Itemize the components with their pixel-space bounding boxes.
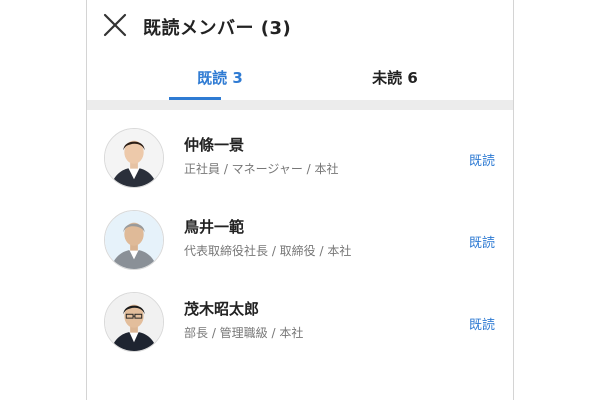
- list-item[interactable]: 鳥井一範 代表取締役社長 / 取締役 / 本社 既読: [87, 200, 513, 282]
- read-status-label: 既読: [468, 236, 495, 251]
- member-role: 正社員 / マネージャー / 本社: [184, 162, 339, 176]
- header: 既読メンバー (3): [87, 0, 513, 50]
- member-role: 代表取締役社長 / 取締役 / 本社: [184, 244, 352, 258]
- person-photo-icon: [105, 293, 163, 351]
- member-name: 仲條一景: [184, 136, 245, 154]
- section-divider: [87, 100, 513, 110]
- close-button[interactable]: [102, 12, 128, 38]
- read-status-label: 既読: [468, 318, 495, 333]
- person-photo-icon: [105, 129, 163, 187]
- avatar: [104, 210, 164, 270]
- tab-read[interactable]: 既読 3: [150, 60, 290, 98]
- member-name: 鳥井一範: [184, 218, 245, 236]
- tab-unread[interactable]: 未読 6: [325, 60, 465, 98]
- read-members-panel: 既読メンバー (3) 既読 3 未読 6 仲條一景 正社員 / マネージャー /…: [86, 0, 514, 400]
- tab-bar: 既読 3 未読 6: [87, 60, 513, 100]
- read-status-label: 既読: [468, 154, 495, 169]
- list-item[interactable]: 茂木昭太郎 部長 / 管理職級 / 本社 既読: [87, 282, 513, 364]
- avatar: [104, 292, 164, 352]
- person-photo-icon: [105, 211, 163, 269]
- close-icon: [103, 13, 127, 37]
- list-item[interactable]: 仲條一景 正社員 / マネージャー / 本社 既読: [87, 118, 513, 200]
- member-role: 部長 / 管理職級 / 本社: [184, 326, 304, 340]
- page-title: 既読メンバー (3): [143, 18, 292, 39]
- member-name: 茂木昭太郎: [184, 300, 260, 318]
- avatar: [104, 128, 164, 188]
